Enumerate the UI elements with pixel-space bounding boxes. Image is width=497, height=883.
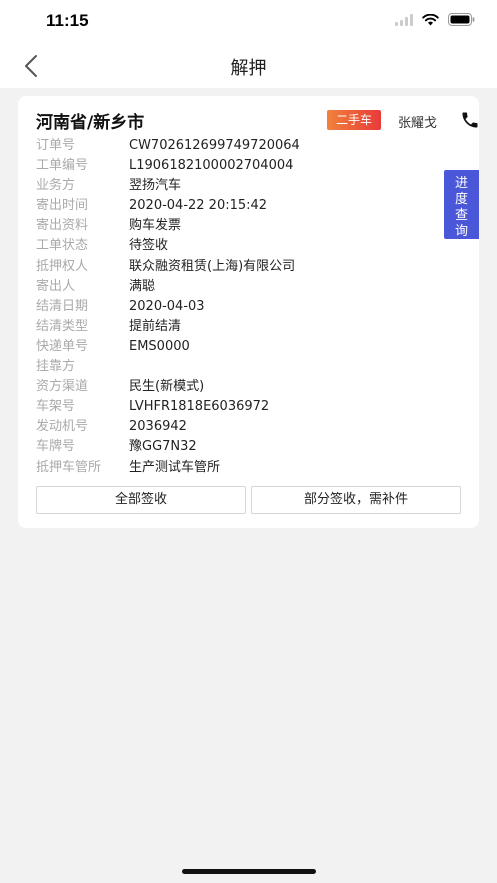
detail-row-order-no: 订单号 CW702612699749720064	[36, 136, 456, 156]
detail-row-work-order-status: 工单状态 待签收	[36, 236, 456, 256]
detail-row-funding-channel: 资方渠道 民生(新模式)	[36, 377, 456, 397]
receive-all-button[interactable]: 全部签收	[36, 486, 246, 514]
detail-label: 订单号	[36, 138, 76, 153]
page-title: 解押	[230, 58, 267, 79]
detail-row-send-time: 寄出时间 2020-04-22 20:15:42	[36, 196, 456, 216]
detail-row-affiliated-party: 挂靠方	[36, 357, 456, 377]
detail-label: 资方渠道	[36, 379, 89, 395]
detail-row-plate-no: 车牌号 豫GG7N32	[36, 437, 456, 457]
detail-value: LVHFR1818E6036972	[129, 399, 270, 415]
detail-row-engine-no: 发动机号 2036942	[36, 417, 456, 437]
detail-label: 寄出时间	[36, 198, 89, 214]
detail-row-mortgagee: 抵押权人 联众融资租赁(上海)有限公司	[36, 257, 456, 277]
detail-row-vin: 车架号 LVHFR1818E6036972	[36, 397, 456, 417]
detail-label: 抵押权人	[36, 258, 89, 274]
progress-tab-char: 进	[454, 176, 468, 191]
progress-tab-char: 查	[454, 208, 468, 223]
signal-icon	[395, 13, 413, 26]
order-card: 河南省/新乡市 二手车 张耀戈 订单号 CW702612699749720064 …	[18, 96, 479, 528]
detail-value: 豫GG7N32	[129, 439, 197, 455]
detail-label: 快递单号	[36, 338, 89, 354]
nav-bar: 解押	[0, 44, 497, 88]
status-icons	[395, 13, 475, 26]
detail-value: 2036942	[129, 419, 187, 435]
progress-tab-char: 度	[454, 192, 468, 207]
phone-icon[interactable]	[460, 110, 480, 130]
detail-row-settlement-type: 结清类型 提前结清	[36, 317, 456, 337]
detail-value: EMS0000	[129, 338, 190, 354]
detail-row-work-order-no: 工单编号 L1906182100002704004	[36, 156, 456, 176]
home-indicator	[182, 869, 316, 874]
receive-partial-button[interactable]: 部分签收，需补件	[251, 486, 461, 514]
detail-label: 挂靠方	[36, 359, 76, 375]
detail-label: 工单状态	[36, 238, 89, 254]
detail-value: 联众融资租赁(上海)有限公司	[129, 258, 296, 274]
detail-value: 满聪	[129, 278, 156, 294]
detail-row-settlement-date: 结清日期 2020-04-03	[36, 297, 456, 317]
detail-row-vehicle-office: 抵押车管所 生产测试车管所	[36, 458, 456, 478]
detail-label: 结清日期	[36, 298, 89, 314]
detail-value: 提前结清	[129, 318, 182, 334]
order-detail-list: 订单号 CW702612699749720064 工单编号 L19061821000…	[36, 136, 456, 478]
contact-name: 张耀戈	[398, 116, 438, 131]
progress-tab-char: 询	[454, 224, 468, 239]
detail-value: 2020-04-03	[129, 298, 205, 314]
detail-row-sender: 寄出人 满聪	[36, 277, 456, 297]
wifi-icon	[422, 13, 439, 26]
detail-value: 2020-04-22 20:15:42	[129, 198, 268, 214]
detail-row-sent-documents: 寄出资料 购车发票	[36, 216, 456, 236]
detail-value: 待签收	[129, 238, 169, 254]
detail-label: 车架号	[36, 399, 76, 415]
detail-row-express-no: 快递单号 EMS0000	[36, 337, 456, 357]
status-bar: 11:15	[0, 0, 497, 44]
detail-label: 寄出资料	[36, 218, 89, 234]
detail-label: 抵押车管所	[36, 459, 102, 475]
detail-label: 业务方	[36, 178, 76, 194]
detail-label: 寄出人	[36, 278, 76, 294]
card-location: 河南省/新乡市	[36, 113, 145, 133]
detail-value: CW702612699749720064	[129, 138, 300, 153]
vehicle-type-badge: 二手车	[327, 110, 381, 130]
detail-label: 工单编号	[36, 158, 89, 174]
card-header: 河南省/新乡市 二手车 张耀戈	[36, 108, 478, 133]
detail-value: L1906182100002704004	[129, 158, 294, 174]
detail-label: 车牌号	[36, 439, 76, 455]
detail-value: 生产测试车管所	[129, 459, 221, 475]
detail-value: 民生(新模式)	[129, 379, 205, 395]
progress-inquiry-tab[interactable]: 进 度 查 询	[444, 170, 479, 239]
detail-label: 结清类型	[36, 318, 89, 334]
detail-value: 翌扬汽车	[129, 178, 182, 194]
status-time: 11:15	[46, 11, 89, 30]
detail-label: 发动机号	[36, 419, 89, 435]
battery-icon	[448, 13, 475, 26]
detail-value: 购车发票	[129, 218, 182, 234]
detail-row-business-party: 业务方 翌扬汽车	[36, 176, 456, 196]
